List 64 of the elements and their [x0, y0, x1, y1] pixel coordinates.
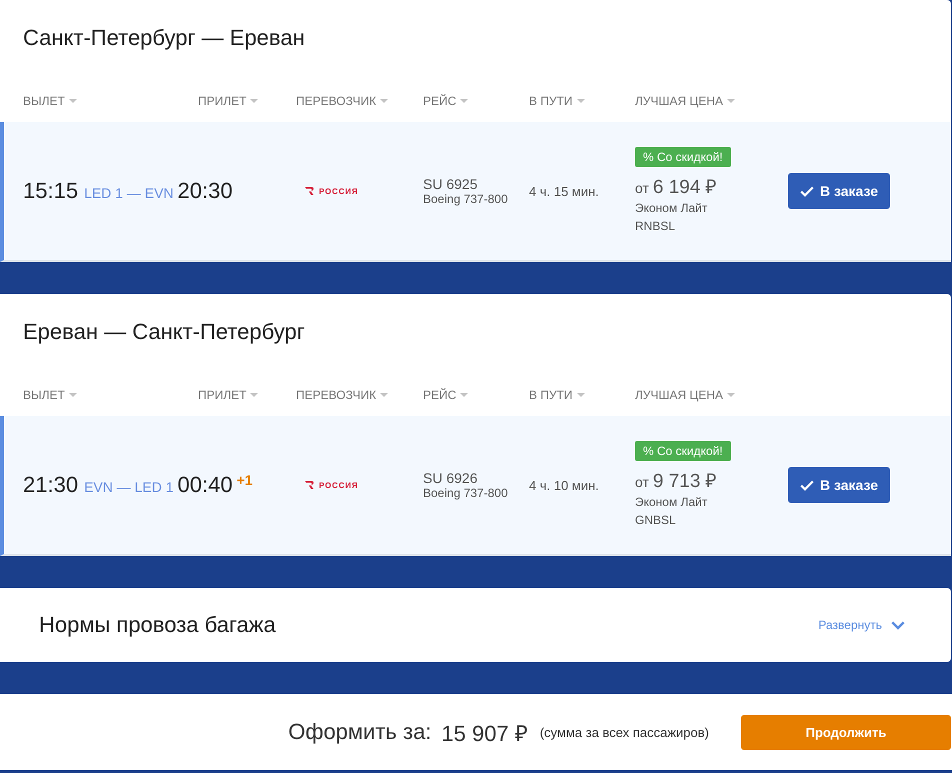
price-prefix: от — [635, 180, 649, 196]
flight-number: SU 6925 — [423, 176, 478, 192]
departure-time: 15:15 — [23, 178, 78, 204]
sort-header[interactable]: РЕЙС — [423, 388, 468, 402]
sort-header[interactable]: В ПУТИ — [529, 388, 585, 402]
check-icon — [800, 480, 814, 490]
route-codes: LED 1 — EVN — [84, 185, 174, 201]
checkout-total: 15 907 ₽ — [441, 720, 528, 747]
sort-caret-icon — [250, 393, 258, 397]
carrier-logo-text: РОССИЯ — [319, 480, 358, 490]
logo-mark-icon — [305, 481, 314, 489]
route-codes: EVN — LED 1 — [84, 479, 174, 495]
flight-duration: 4 ч. 15 мин. — [529, 184, 600, 198]
sort-header[interactable]: ПРИЛЕТ — [198, 94, 258, 108]
fare-code: GNBSL — [635, 512, 676, 529]
expand-link[interactable]: Развернуть — [818, 618, 905, 632]
sort-header[interactable]: ЛУЧШАЯ ЦЕНА — [635, 388, 736, 402]
sort-caret-icon — [68, 99, 77, 103]
sort-header[interactable]: ВЫЛЕТ — [23, 388, 77, 402]
discount-badge: % Со скидкой! — [635, 147, 731, 167]
arrival-time: 20:30 — [178, 178, 233, 204]
flight-row[interactable]: 15:15 LED 1 — EVN 20:30 РОССИЯ SU 6925 Boeing 737-800 4 ч. 15 мин. % Со скидкой! от 6 194 ₽ Эконом Лайт RNBSL В заказе — [0, 122, 951, 262]
aircraft-type: Boeing 737-800 — [423, 192, 509, 206]
arrival-time: 00:40 — [178, 472, 233, 498]
in-order-button[interactable]: В заказе — [788, 173, 890, 209]
trip-title: Санкт-Петербург — Ереван — [22, 24, 306, 52]
check-icon — [800, 186, 814, 196]
sort-header[interactable]: В ПУТИ — [529, 94, 585, 108]
price-prefix: от — [635, 474, 649, 490]
sort-caret-icon — [380, 99, 388, 103]
sort-caret-icon — [727, 99, 736, 103]
sort-caret-icon — [250, 99, 258, 103]
sort-caret-icon — [380, 393, 388, 397]
trip-title: Ереван — Санкт-Петербург — [22, 318, 306, 346]
aircraft-type: Boeing 737-800 — [423, 486, 509, 500]
checkout-note: (сумма за всех пассажиров) — [540, 724, 709, 740]
departure-time: 21:30 — [23, 472, 78, 498]
discount-badge: % Со скидкой! — [635, 441, 731, 461]
carrier-logo-text: РОССИЯ — [319, 186, 358, 196]
flight-number: SU 6926 — [423, 470, 478, 486]
fare-name: Эконом Лайт — [635, 494, 708, 511]
sort-header[interactable]: ПЕРЕВОЗЧИК — [296, 94, 388, 108]
flight-duration: 4 ч. 10 мин. — [529, 478, 600, 492]
sort-header[interactable]: ПРИЛЕТ — [198, 388, 258, 402]
fare-code: RNBSL — [635, 218, 676, 235]
fare-name: Эконом Лайт — [635, 200, 708, 217]
sort-caret-icon — [460, 393, 468, 397]
sort-header[interactable]: ВЫЛЕТ — [23, 94, 77, 108]
sort-caret-icon — [460, 99, 468, 103]
price: 9 713 ₽ — [652, 470, 717, 493]
sort-header[interactable]: ПЕРЕВОЗЧИК — [296, 388, 388, 402]
baggage-title: Нормы провоза багажа — [39, 612, 276, 638]
continue-button[interactable]: Продолжить — [741, 714, 951, 750]
price: 6 194 ₽ — [652, 176, 717, 199]
sort-caret-icon — [576, 99, 585, 103]
sort-caret-icon — [727, 393, 736, 397]
logo-mark-icon — [305, 187, 314, 195]
sort-header[interactable]: РЕЙС — [423, 94, 468, 108]
day-offset: +1 — [236, 472, 253, 488]
checkout-label: Оформить за: — [288, 719, 432, 745]
sort-header[interactable]: ЛУЧШАЯ ЦЕНА — [635, 94, 736, 108]
in-order-button[interactable]: В заказе — [788, 467, 890, 503]
sort-caret-icon — [576, 393, 585, 397]
sort-caret-icon — [68, 393, 77, 397]
